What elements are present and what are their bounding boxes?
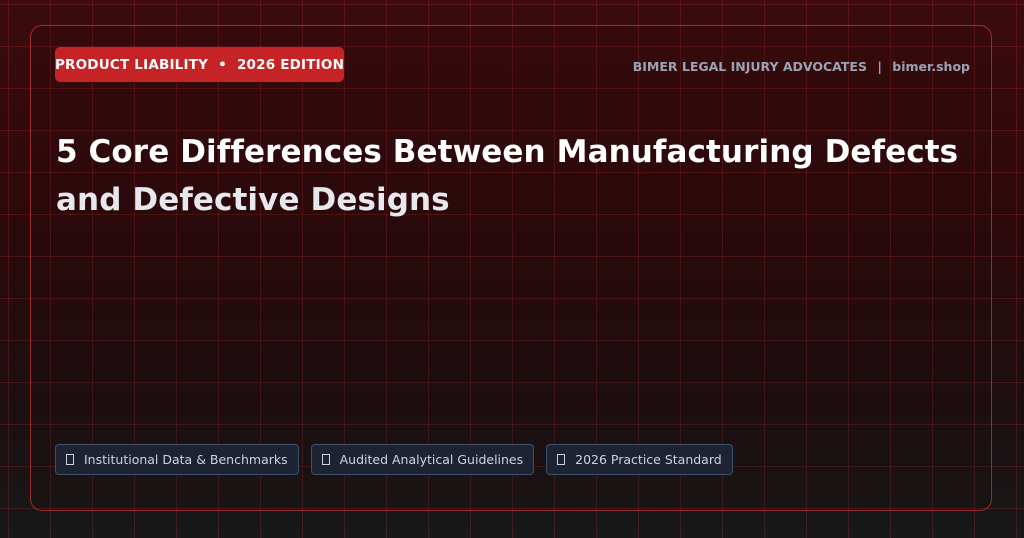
tag-label: Institutional Data & Benchmarks bbox=[84, 452, 288, 467]
missing-glyph-icon bbox=[66, 454, 74, 465]
tag-label: 2026 Practice Standard bbox=[575, 452, 722, 467]
tag-audited-guidelines: Audited Analytical Guidelines bbox=[310, 444, 535, 475]
brand-site: bimer.shop bbox=[892, 59, 970, 74]
brand-separator: | bbox=[877, 59, 882, 74]
tag-label: Audited Analytical Guidelines bbox=[339, 452, 524, 467]
content-card bbox=[30, 25, 992, 511]
tag-practice-standard: 2026 Practice Standard bbox=[546, 444, 733, 475]
missing-glyph-icon bbox=[321, 454, 330, 465]
missing-glyph-icon bbox=[557, 454, 566, 465]
brand-name: BIMER LEGAL INJURY ADVOCATES bbox=[632, 59, 867, 74]
title-line-2: and Defective Designs bbox=[56, 182, 450, 218]
brand-line: BIMER LEGAL INJURY ADVOCATES | bimer.sho… bbox=[633, 59, 970, 74]
page-title: 5 Core Differences Between Manufacturing… bbox=[56, 128, 959, 224]
badge-category: PRODUCT LIABILITY bbox=[54, 56, 209, 73]
tag-institutional-data: Institutional Data & Benchmarks bbox=[55, 444, 299, 475]
title-line-1: 5 Core Differences Between Manufacturing… bbox=[56, 134, 959, 170]
tag-list: Institutional Data & Benchmarks Audited … bbox=[55, 444, 733, 475]
badge-edition: 2026 EDITION bbox=[236, 56, 345, 73]
badge-separator: • bbox=[218, 56, 227, 73]
category-badge: PRODUCT LIABILITY • 2026 EDITION bbox=[55, 47, 344, 82]
